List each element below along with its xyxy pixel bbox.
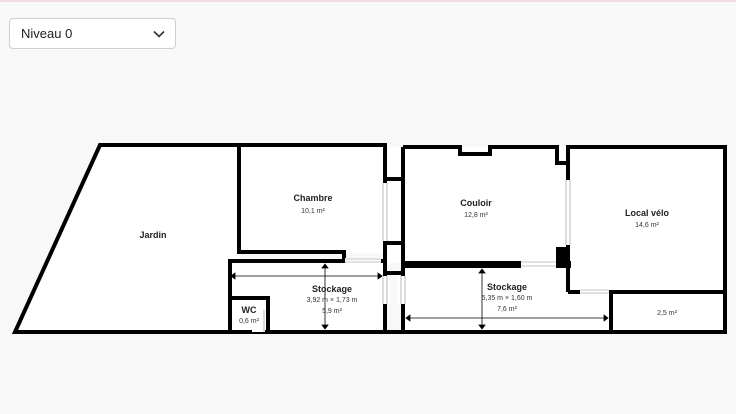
couloir-name: Couloir (460, 198, 492, 208)
couloir-area: 12,8 m² (464, 212, 488, 219)
stockage-1-name: Stockage (312, 284, 352, 294)
chambre-name: Chambre (293, 193, 332, 203)
wc-name: WC (242, 305, 257, 315)
stockage-1-area: 5,9 m² (322, 308, 343, 315)
stockage-1-dimensions: 3,92 m × 1,73 m (307, 297, 358, 304)
wc-area: 0,6 m² (239, 318, 260, 325)
stockage-2-dimensions: 5,35 m × 1,60 m (482, 295, 533, 302)
local-velo-name: Local vélo (625, 208, 670, 218)
jardin-name: Jardin (139, 230, 166, 240)
room-jardin[interactable] (15, 145, 239, 332)
small-room-area: 2,5 m² (657, 310, 678, 317)
local-velo-area: 14,6 m² (635, 222, 659, 229)
floor-plan: Jardin Chambre 10,1 m² Couloir 12,8 m² L… (11, 143, 727, 334)
stockage-2-area: 7,6 m² (497, 306, 518, 313)
room-local-velo[interactable] (568, 147, 725, 291)
stockage-2-name: Stockage (487, 282, 527, 292)
chambre-area: 10,1 m² (301, 208, 325, 215)
